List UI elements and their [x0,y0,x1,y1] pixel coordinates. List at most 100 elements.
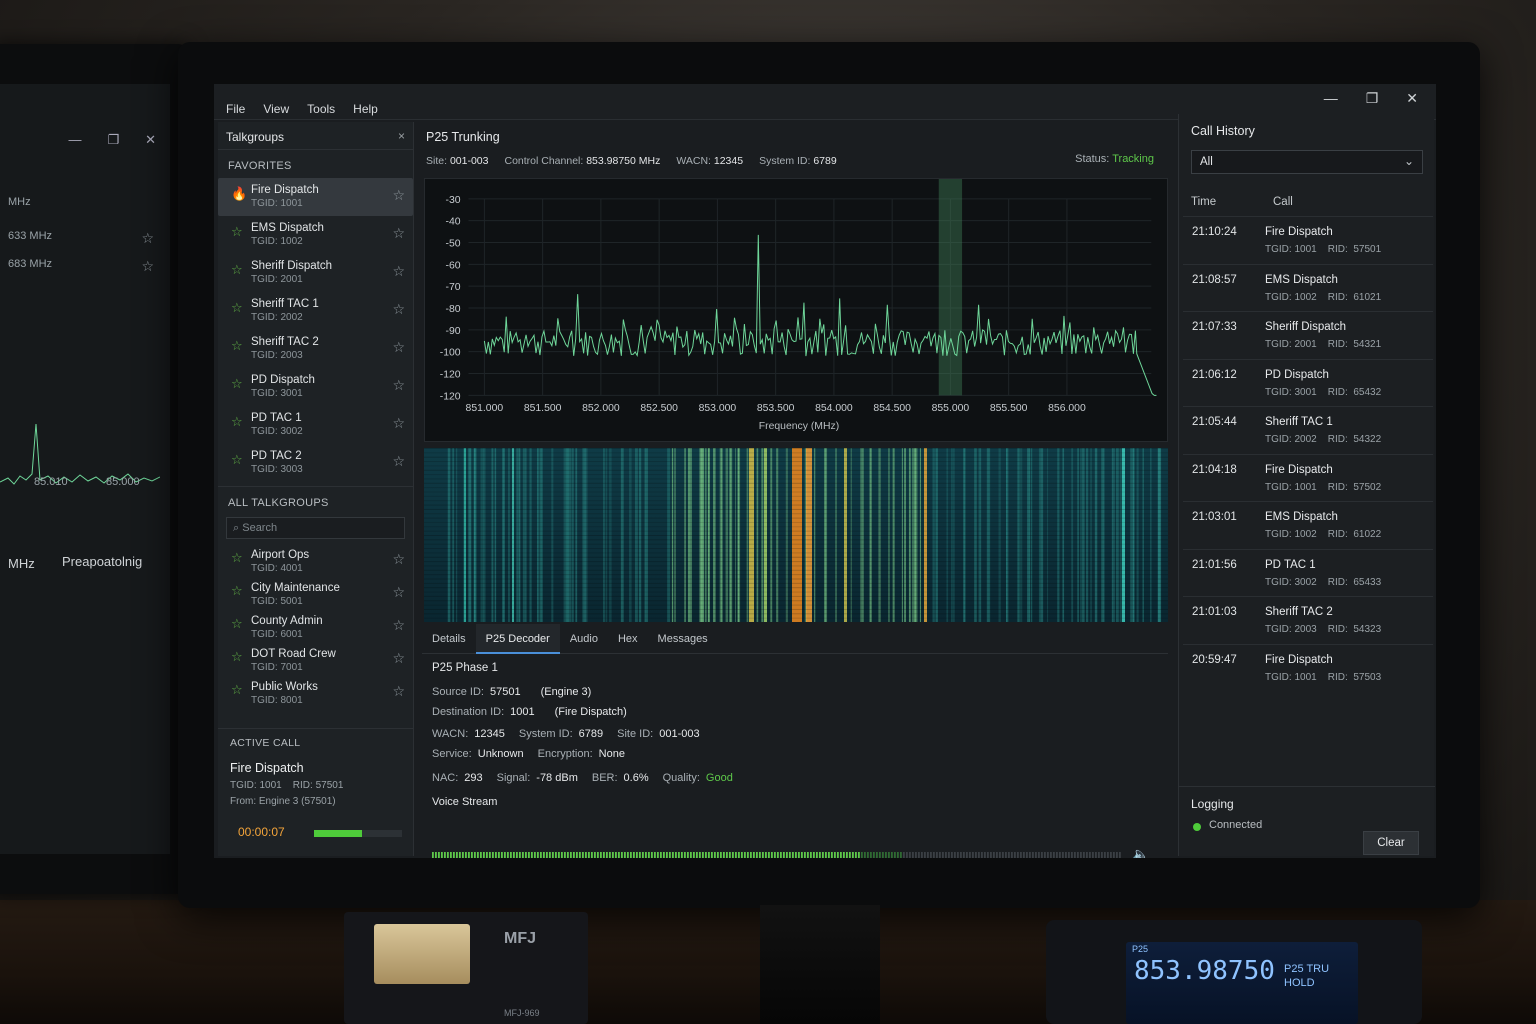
talkgroup-item[interactable]: ☆ Sheriff Dispatch TGID: 2001 ☆ [218,254,413,292]
voice-meter-segment [822,852,824,858]
talkgroup-item[interactable]: ☆ EMS Dispatch TGID: 1002 ☆ [218,216,413,254]
history-row[interactable]: 20:59:47 Fire Dispatch TGID: 1001 RID: 575… [1183,643,1433,692]
talkgroup-id: TGID: 5001 [251,596,303,607]
history-detail: TGID: 2002 RID: 54322 [1265,434,1382,445]
voice-meter-segment [1059,852,1061,858]
star-icon[interactable]: ☆ [392,187,405,204]
clear-button[interactable]: Clear [1363,831,1419,855]
tab-messages[interactable]: Messages [648,624,718,654]
voice-meter-segment [987,852,989,858]
y-tick-label: -80 [446,304,461,315]
menu-file[interactable]: File [226,102,245,116]
voice-meter-segment [522,852,524,858]
voice-meter-segment [735,852,737,858]
voice-meter-segment [672,852,674,858]
talkgroup-item[interactable]: ☆ PD TAC 1 TGID: 3002 ☆ [218,406,413,444]
star-icon[interactable]: ☆ [392,415,405,432]
talkgroup-item[interactable]: ☆ PD Dispatch TGID: 3001 ☆ [218,368,413,406]
minimize-icon[interactable]: — [68,132,81,148]
speaker-icon[interactable]: 🔈 [1132,846,1149,858]
waterfall-row [424,461,1168,463]
minimize-icon[interactable]: — [1324,90,1338,107]
search-input[interactable]: ⌕ Search [226,517,405,539]
tab-p25-decoder[interactable]: P25 Decoder [475,624,560,654]
tab-audio[interactable]: Audio [560,624,608,654]
tab-details[interactable]: Details [422,624,476,654]
history-row[interactable]: 21:06:12 PD Dispatch TGID: 3001 RID: 65432 [1183,358,1433,407]
voice-meter-segment [945,852,947,858]
voice-meter-segment [618,852,620,858]
star-icon[interactable]: ☆ [392,617,405,634]
talkgroup-item[interactable]: ☆ Airport Ops TGID: 4001 ☆ [218,545,413,578]
voice-meter-segment [900,852,902,858]
all-talkgroups-list: ☆ Airport Ops TGID: 4001 ☆ ☆ City Maintenance… [218,545,413,710]
voice-meter-segment [975,852,977,858]
favorites-label: FAVORITES [228,160,292,172]
history-row[interactable]: 21:07:33 Sheriff Dispatch TGID: 2001 RID: … [1183,311,1433,359]
star-icon[interactable]: ☆ [392,263,405,280]
star-icon[interactable]: ☆ [392,551,405,568]
restore-icon[interactable]: ❐ [1366,90,1379,107]
voice-meter-segment [444,852,446,858]
star-icon[interactable]: ☆ [141,258,154,275]
trunking-info: Site: 001-003 Control Channel: 853.98750… [426,155,837,167]
close-icon[interactable]: ✕ [1406,90,1418,107]
star-icon[interactable]: ☆ [392,377,405,394]
star-icon[interactable]: ☆ [392,683,405,700]
star-icon[interactable]: ☆ [392,650,405,667]
left-freq-2: 683 MHz [8,258,53,270]
star-icon[interactable]: ☆ [392,301,405,318]
voice-meter-segment [489,852,491,858]
menu-tools[interactable]: Tools [307,102,335,116]
history-row[interactable]: 21:04:18 Fire Dispatch TGID: 1001 RID: 575… [1183,453,1433,502]
menu-help[interactable]: Help [353,102,378,116]
talkgroup-item[interactable]: 🔥 Fire Dispatch TGID: 1001 ☆ [218,178,413,216]
star-icon[interactable]: ☆ [141,230,154,247]
restore-icon[interactable]: ❐ [107,132,119,148]
talkgroup-item[interactable]: ☆ County Admin TGID: 6001 ☆ [218,611,413,644]
voice-meter-segment [663,852,665,858]
star-icon[interactable]: ☆ [392,453,405,470]
talkgroup-item[interactable]: ☆ City Maintenance TGID: 5001 ☆ [218,578,413,611]
menu-view[interactable]: View [263,102,289,116]
history-detail: TGID: 3002 RID: 65433 [1265,576,1382,588]
talkgroup-name: County Admin [251,615,323,627]
selected-channel-band[interactable] [938,179,963,396]
monitor-stand [760,905,880,1024]
talkgroup-item[interactable]: ☆ PD TAC 2 TGID: 3003 ☆ [218,444,413,482]
voice-meter-segment [558,852,560,858]
star-icon[interactable]: ☆ [392,339,405,356]
y-tick-label: -120 [440,391,461,402]
voice-meter-segment [507,852,509,858]
history-row[interactable]: 21:01:56 PD TAC 1 TGID: 3002 RID: 65433 [1183,548,1433,597]
history-row[interactable]: 21:03:01 EMS Dispatch TGID: 1002 RID: 6102… [1183,501,1433,549]
talkgroup-name: Fire Dispatch [251,184,319,196]
waterfall-row [424,491,1168,493]
control-channel-info: Control Channel: 853.98750 MHz [504,155,661,167]
history-row[interactable]: 21:01:03 Sheriff TAC 2 TGID: 2003 RID: 543… [1183,596,1433,644]
tab-hex[interactable]: Hex [608,624,648,654]
active-call-name: Fire Dispatch [230,761,304,775]
voice-meter-segment [486,852,488,858]
talkgroup-name: City Maintenance [251,582,340,594]
voice-meter-segment [834,852,836,858]
history-row[interactable]: 21:10:24 Fire Dispatch TGID: 1001 RID: 575… [1183,216,1433,264]
talkgroup-item[interactable]: ☆ Sheriff TAC 2 TGID: 2003 ☆ [218,330,413,368]
voice-meter-segment [915,852,917,858]
spectrum-chart[interactable]: -30 -40 -50 -60 -70 -80 -90 -100 -120 -120 851.000… [424,178,1168,442]
decoder-service: Service: Unknown Encryption: None [432,748,625,760]
history-row[interactable]: 21:08:57 EMS Dispatch TGID: 1002 RID: 6102… [1183,263,1433,312]
close-icon[interactable]: × [398,129,405,143]
talkgroup-item[interactable]: ☆ Public Works TGID: 8001 ☆ [218,677,413,710]
history-row[interactable]: 21:05:44 Sheriff TAC 1 TGID: 2002 RID: 543… [1183,406,1433,454]
history-time: 21:01:03 [1192,606,1237,618]
talkgroup-item[interactable]: ☆ DOT Road Crew TGID: 7001 ☆ [218,644,413,677]
star-icon[interactable]: ☆ [392,225,405,242]
talkgroup-item[interactable]: ☆ Sheriff TAC 1 TGID: 2002 ☆ [218,292,413,330]
waterfall-display[interactable] [424,448,1168,622]
history-filter-select[interactable]: All ⌄ [1191,150,1423,174]
star-icon[interactable]: ☆ [392,584,405,601]
history-detail: TGID: 1001 RID: 57501 [1265,244,1382,255]
left-monitor-screen: — ❐ ✕ MHz 633 MHz ☆ 683 MHz ☆ 85.010 85.… [0,84,170,854]
close-icon[interactable]: ✕ [145,132,156,148]
